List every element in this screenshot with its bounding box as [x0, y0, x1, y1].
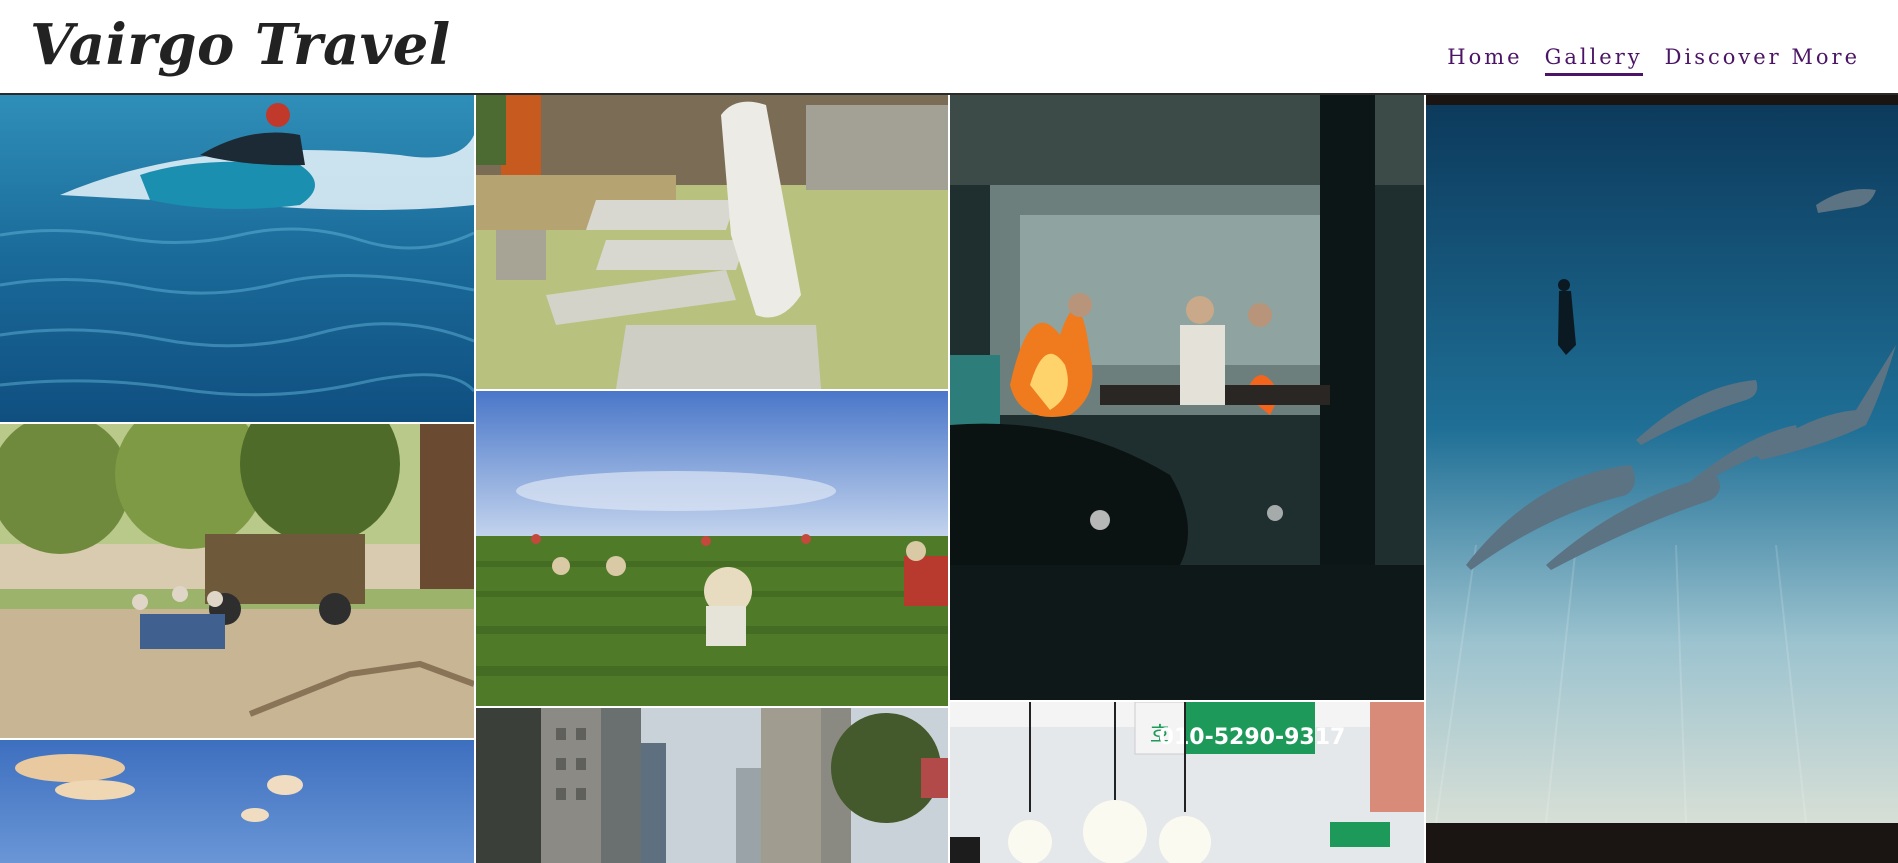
main-nav: Home Gallery Discover More — [1447, 43, 1860, 76]
nav-discover-more-link[interactable]: Discover More — [1665, 43, 1860, 76]
white-robed-figure-steps-photo[interactable] — [476, 95, 948, 389]
site-header: Vairgo Travel Home Gallery Discover More — [0, 0, 1898, 95]
market-lamps-sign-photo[interactable]: 호 010-5290-9317 — [950, 702, 1424, 863]
safari-picnic-photo[interactable] — [0, 424, 474, 738]
sign-phone-text: 010-5290-9317 — [1159, 725, 1346, 750]
city-skyscrapers-photo[interactable] — [476, 708, 948, 863]
nav-gallery-link[interactable]: Gallery — [1544, 43, 1643, 76]
site-logo[interactable]: Vairgo Travel — [30, 10, 451, 80]
sky-clouds-photo[interactable] — [0, 740, 474, 863]
tea-field-pickers-photo[interactable] — [476, 391, 948, 706]
dolphins-freediver-photo[interactable] — [1426, 95, 1898, 863]
night-street-food-grill-photo[interactable] — [950, 95, 1424, 700]
nav-home-link[interactable]: Home — [1447, 43, 1522, 76]
jet-ski-ocean-photo[interactable] — [0, 95, 474, 422]
